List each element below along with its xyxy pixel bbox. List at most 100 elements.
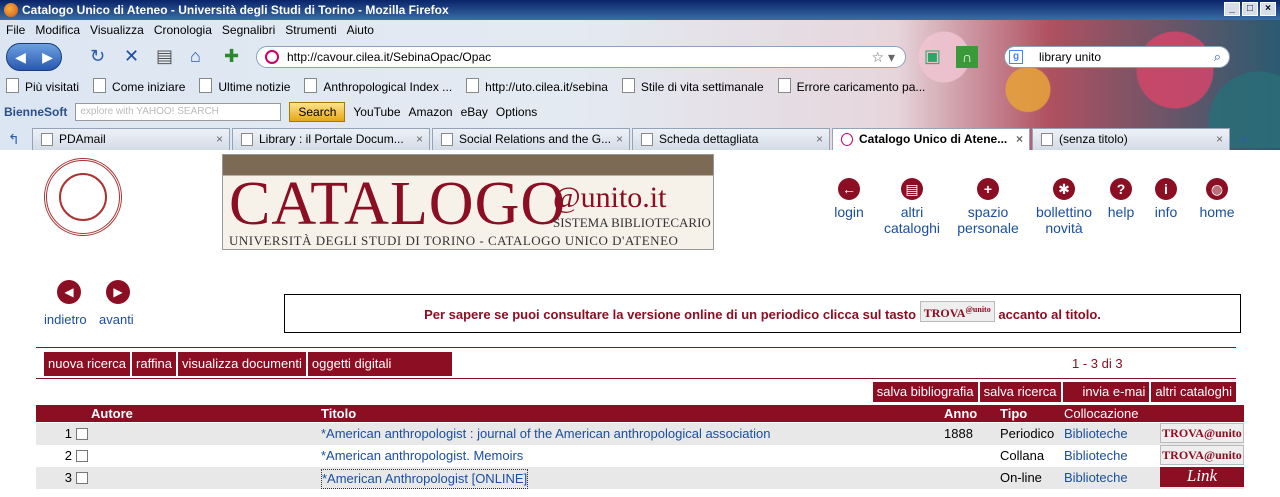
header-tipo[interactable]: Tipo — [1000, 405, 1027, 422]
yahoo-search-button[interactable]: Search — [289, 102, 346, 122]
back-arrow-icon[interactable]: ◀ — [15, 49, 26, 66]
link-button[interactable]: Link — [1160, 467, 1244, 487]
biblioteche-link[interactable]: Biblioteche — [1064, 469, 1128, 487]
youtube-link[interactable]: YouTube — [353, 105, 400, 119]
row-number: 1 — [64, 426, 72, 441]
menu-strumenti[interactable]: Strumenti — [285, 20, 336, 40]
search-input[interactable]: library unito — [1039, 50, 1101, 64]
amazon-link[interactable]: Amazon — [409, 105, 453, 119]
tab-pdamail[interactable]: PDAmail × — [32, 128, 230, 150]
browser-chrome: Catalogo Unico di Ateneo - Università de… — [0, 0, 1280, 150]
reload-icon[interactable]: ↻ — [90, 47, 105, 65]
record-title-link[interactable]: *American anthropologist. Memoirs — [321, 447, 523, 465]
biblioteche-link[interactable]: Biblioteche — [1064, 425, 1128, 443]
bookmark-item[interactable]: Ultime notizie — [199, 76, 290, 98]
header-titolo[interactable]: Titolo — [321, 405, 356, 422]
bookmark-item[interactable]: Anthropological Index ... — [304, 76, 452, 98]
divider — [36, 378, 1236, 379]
tab-senza-titolo[interactable]: (senza titolo) × — [1032, 128, 1230, 150]
nuova-ricerca-button[interactable]: nuova ricerca — [44, 352, 131, 376]
tab-social-relations[interactable]: Social Relations and the G... × — [432, 128, 630, 150]
tab-scheda[interactable]: Scheda dettagliata × — [632, 128, 830, 150]
nav-info[interactable]: i info — [1150, 178, 1182, 220]
tab-close-icon[interactable]: × — [1216, 129, 1223, 150]
tab-list-icon[interactable]: ↰ — [8, 130, 20, 148]
tab-catalogo[interactable]: Catalogo Unico di Atene... × — [832, 128, 1030, 150]
tab-close-icon[interactable]: × — [1016, 129, 1023, 150]
new-tab-icon[interactable]: + — [1240, 130, 1248, 148]
record-type: Periodico — [1000, 426, 1055, 441]
forward-link[interactable]: avanti — [99, 312, 134, 327]
menu-segnalibri[interactable]: Segnalibri — [222, 20, 275, 40]
header-autore[interactable]: Autore — [91, 405, 133, 422]
nav-login[interactable]: ← login — [830, 178, 868, 220]
bookmark-item[interactable]: Più visitati — [6, 76, 79, 98]
header-anno[interactable]: Anno — [944, 405, 977, 422]
options-menu[interactable]: Options — [496, 105, 537, 119]
trova-button[interactable]: TROVA@unito — [1160, 445, 1244, 465]
visualizza-documenti-button[interactable]: visualizza documenti — [177, 352, 306, 376]
bookmark-item[interactable]: Come iniziare — [93, 76, 185, 98]
record-title-link[interactable]: *American anthropologist : journal of th… — [321, 425, 770, 443]
nav-altri-cataloghi[interactable]: ▤ altri cataloghi — [878, 178, 946, 236]
menu-visualizza[interactable]: Visualizza — [90, 20, 144, 40]
menu-modifica[interactable]: Modifica — [35, 20, 80, 40]
tab-close-icon[interactable]: × — [216, 129, 223, 150]
address-bar[interactable]: http://cavour.cilea.it/SebinaOpac/Opac ☆… — [256, 46, 906, 68]
nav-spazio-personale[interactable]: + spazio personale — [952, 178, 1024, 236]
tab-close-icon[interactable]: × — [816, 129, 823, 150]
salva-bibliografia-button[interactable]: salva bibliografia — [872, 382, 978, 402]
nav-label: cataloghi — [883, 220, 941, 236]
google-icon[interactable]: g — [1009, 50, 1023, 64]
oggetti-digitali-button[interactable]: oggetti digitali — [307, 352, 452, 376]
close-icon[interactable]: × — [1260, 2, 1276, 16]
page-icon — [41, 133, 53, 146]
maximize-icon[interactable]: □ — [1242, 2, 1258, 16]
home-icon[interactable]: ⌂ — [190, 47, 201, 65]
salva-ricerca-button[interactable]: salva ricerca — [979, 382, 1061, 402]
print-icon[interactable]: ▤ — [156, 47, 173, 65]
search-icon[interactable]: ⌕ — [1214, 47, 1221, 67]
stop-icon[interactable]: ✕ — [124, 47, 139, 65]
window-title: Catalogo Unico di Ateneo - Università de… — [22, 3, 449, 17]
nav-bollettino[interactable]: ✱ bollettino novità — [1030, 178, 1098, 236]
badge-sup: @unito — [965, 305, 991, 314]
row-checkbox[interactable] — [76, 450, 88, 462]
table-row: 3 *American Anthropologist [ONLINE] On-l… — [36, 467, 1244, 489]
minimize-icon[interactable]: _ — [1224, 2, 1240, 16]
ebay-link[interactable]: eBay — [461, 105, 488, 119]
new-tab-icon[interactable]: ✚ — [224, 47, 239, 65]
nav-home[interactable]: ◍ home — [1196, 178, 1238, 220]
invia-email-button[interactable]: invia e-mai — [1062, 382, 1150, 402]
banner-unito: @unito.it — [553, 181, 667, 214]
menu-aiuto[interactable]: Aiuto — [347, 20, 374, 40]
nav-help[interactable]: ? help — [1104, 178, 1138, 220]
altri-cataloghi-button[interactable]: altri cataloghi — [1151, 382, 1236, 402]
row-checkbox[interactable] — [76, 472, 88, 484]
addon-icon[interactable]: ▣ — [924, 47, 941, 65]
menu-file[interactable]: File — [6, 20, 25, 40]
bookmark-item[interactable]: Errore caricamento pa... — [778, 76, 926, 98]
back-arrow-icon[interactable]: ◀ — [57, 280, 81, 304]
back-forward-buttons[interactable]: ◀ ▶ — [6, 43, 62, 71]
raffina-button[interactable]: raffina — [132, 352, 176, 376]
addon-n-icon[interactable]: ∩ — [956, 46, 978, 68]
record-title-link[interactable]: *American Anthropologist [ONLINE] — [321, 469, 529, 489]
menu-cronologia[interactable]: Cronologia — [154, 20, 212, 40]
forward-arrow-icon[interactable]: ▶ — [106, 280, 130, 304]
forward-arrow-icon[interactable]: ▶ — [42, 49, 53, 66]
row-checkbox[interactable] — [76, 428, 88, 440]
tab-close-icon[interactable]: × — [616, 129, 623, 150]
menu-bar: File Modifica Visualizza Cronologia Segn… — [0, 20, 374, 40]
tab-library[interactable]: Library : il Portale Docum... × — [232, 128, 430, 150]
back-link[interactable]: indietro — [44, 312, 87, 327]
yahoo-search-input[interactable]: explore with YAHOO! SEARCH — [75, 103, 282, 121]
biblioteche-link[interactable]: Biblioteche — [1064, 447, 1128, 465]
trova-button[interactable]: TROVA@unito — [1160, 423, 1244, 443]
window-titlebar: Catalogo Unico di Ateneo - Università de… — [0, 0, 1280, 20]
bookmark-item[interactable]: Stile di vita settimanale — [622, 76, 764, 98]
search-box[interactable]: g library unito ⌕ — [1004, 46, 1230, 68]
bookmark-item[interactable]: http://uto.cilea.it/sebina — [466, 76, 608, 98]
bookmark-star-icon[interactable]: ☆ ▾ — [872, 47, 895, 67]
tab-close-icon[interactable]: × — [416, 129, 423, 150]
